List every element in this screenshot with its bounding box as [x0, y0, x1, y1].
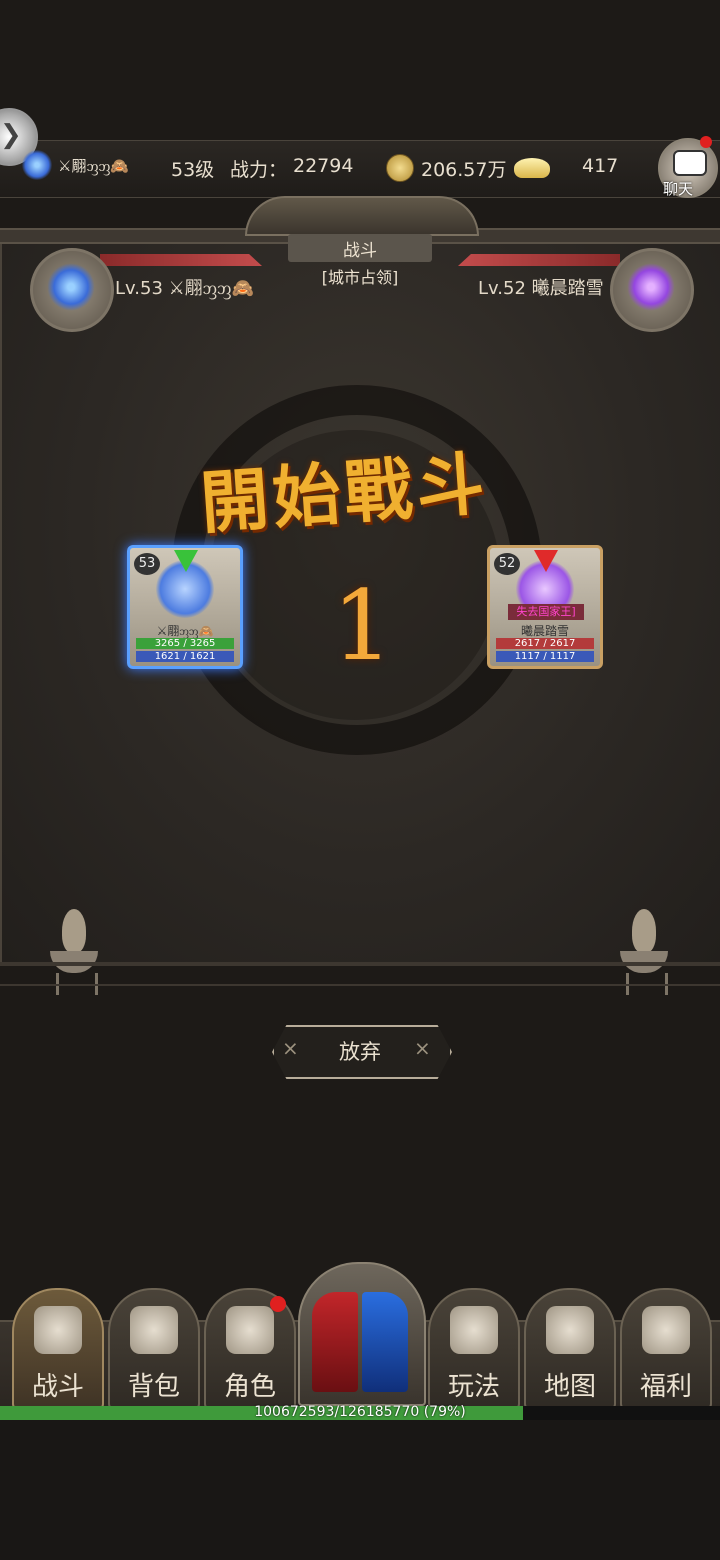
- helmet-icon: [226, 1306, 274, 1354]
- unit-name: ⚔翢ᦀᦀ🙈: [156, 624, 214, 638]
- crossed-swords-icon: [34, 1306, 82, 1354]
- bottom-spacer: [0, 1420, 720, 1560]
- right-banner: [458, 254, 620, 266]
- backpack-icon: [130, 1306, 178, 1354]
- gold-ingot-icon: [514, 158, 550, 178]
- player-level: 53级: [171, 159, 215, 181]
- nav-label: 玩法: [447, 1372, 500, 1402]
- nav-welfare[interactable]: 福利: [620, 1288, 712, 1410]
- brazier-decoration: [618, 905, 670, 995]
- nav-map[interactable]: 地图: [524, 1288, 616, 1410]
- blue-door: [362, 1292, 408, 1392]
- nav-label: 角色: [223, 1372, 276, 1402]
- divider: [0, 984, 720, 986]
- nav-label: 战斗: [31, 1372, 84, 1402]
- nav-gameplay[interactable]: 玩法: [428, 1288, 520, 1410]
- start-battle-title: 開始戰斗: [198, 444, 491, 544]
- flame-icon: [62, 909, 86, 953]
- ingot-value: 417: [582, 155, 619, 177]
- gold-value: 206.57万: [421, 159, 507, 181]
- notification-dot: [700, 136, 712, 148]
- red-door: [312, 1292, 358, 1392]
- ally-unit-card[interactable]: 53 ⚔翢ᦀᦀ🙈 3265 / 3265 1621 / 1621: [127, 545, 243, 669]
- chat-bubble-icon: [673, 150, 707, 176]
- left-banner: [100, 254, 262, 266]
- left-faction-emblem: [30, 248, 114, 332]
- nav-label: 背包: [127, 1372, 180, 1402]
- purple-spear-emblem-icon: [627, 263, 675, 311]
- notification-dot: [270, 1296, 286, 1312]
- nav-label: 地图: [543, 1372, 596, 1402]
- nav-gate-button[interactable]: [298, 1262, 426, 1406]
- right-faction-emblem: [610, 248, 694, 332]
- countdown-number: 1: [332, 570, 394, 682]
- mp-bar: 1621 / 1621: [136, 651, 234, 662]
- blue-spear-emblem-icon: [47, 263, 95, 311]
- blue-spear-emblem-icon: [22, 150, 52, 180]
- unit-tag: 失去国家王]: [508, 604, 584, 620]
- chat-label: 聊天: [663, 180, 694, 198]
- brazier-decoration: [48, 905, 100, 995]
- power-value: 22794: [293, 155, 354, 177]
- player-name: ⚔翢ᦀᦀ🙈: [58, 157, 130, 175]
- coin-icon[interactable]: [386, 154, 414, 182]
- treasure-chest-icon: [642, 1306, 690, 1354]
- abandon-label[interactable]: 放弃: [272, 1036, 448, 1066]
- enemy-unit-card[interactable]: 52 失去国家王] 曦晨踏雪 2617 / 2617 1117 / 1117: [487, 545, 603, 669]
- red-arrow-icon: [534, 550, 558, 572]
- nav-battle[interactable]: 战斗: [12, 1288, 104, 1410]
- nav-label: 福利: [639, 1372, 692, 1402]
- green-arrow-icon: [174, 550, 198, 572]
- hp-bar: 3265 / 3265: [136, 638, 234, 649]
- flame-icon: [632, 909, 656, 953]
- nav-backpack[interactable]: 背包: [108, 1288, 200, 1410]
- divider: [0, 962, 720, 966]
- right-player-name: Lv.52 曦晨踏雪: [478, 278, 604, 299]
- exp-text: 100672593/126185770 (79%): [254, 1404, 466, 1420]
- battle-subtitle: [城市占领]: [321, 268, 399, 287]
- unit-level: 53: [134, 553, 160, 575]
- hp-bar: 2617 / 2617: [496, 638, 594, 649]
- unit-level: 52: [494, 553, 520, 575]
- left-player-name: Lv.53 ⚔翢ᦀᦀ🙈: [115, 278, 254, 299]
- battle-title: 战斗: [343, 241, 377, 261]
- sword-circle-icon: [450, 1306, 498, 1354]
- power-label: 战力：: [230, 159, 288, 181]
- map-icon: [546, 1306, 594, 1354]
- header-ornament: [245, 196, 479, 236]
- mp-bar: 1117 / 1117: [496, 651, 594, 662]
- unit-name: 曦晨踏雪: [520, 624, 569, 638]
- chevron-left-icon: ❯: [0, 120, 22, 150]
